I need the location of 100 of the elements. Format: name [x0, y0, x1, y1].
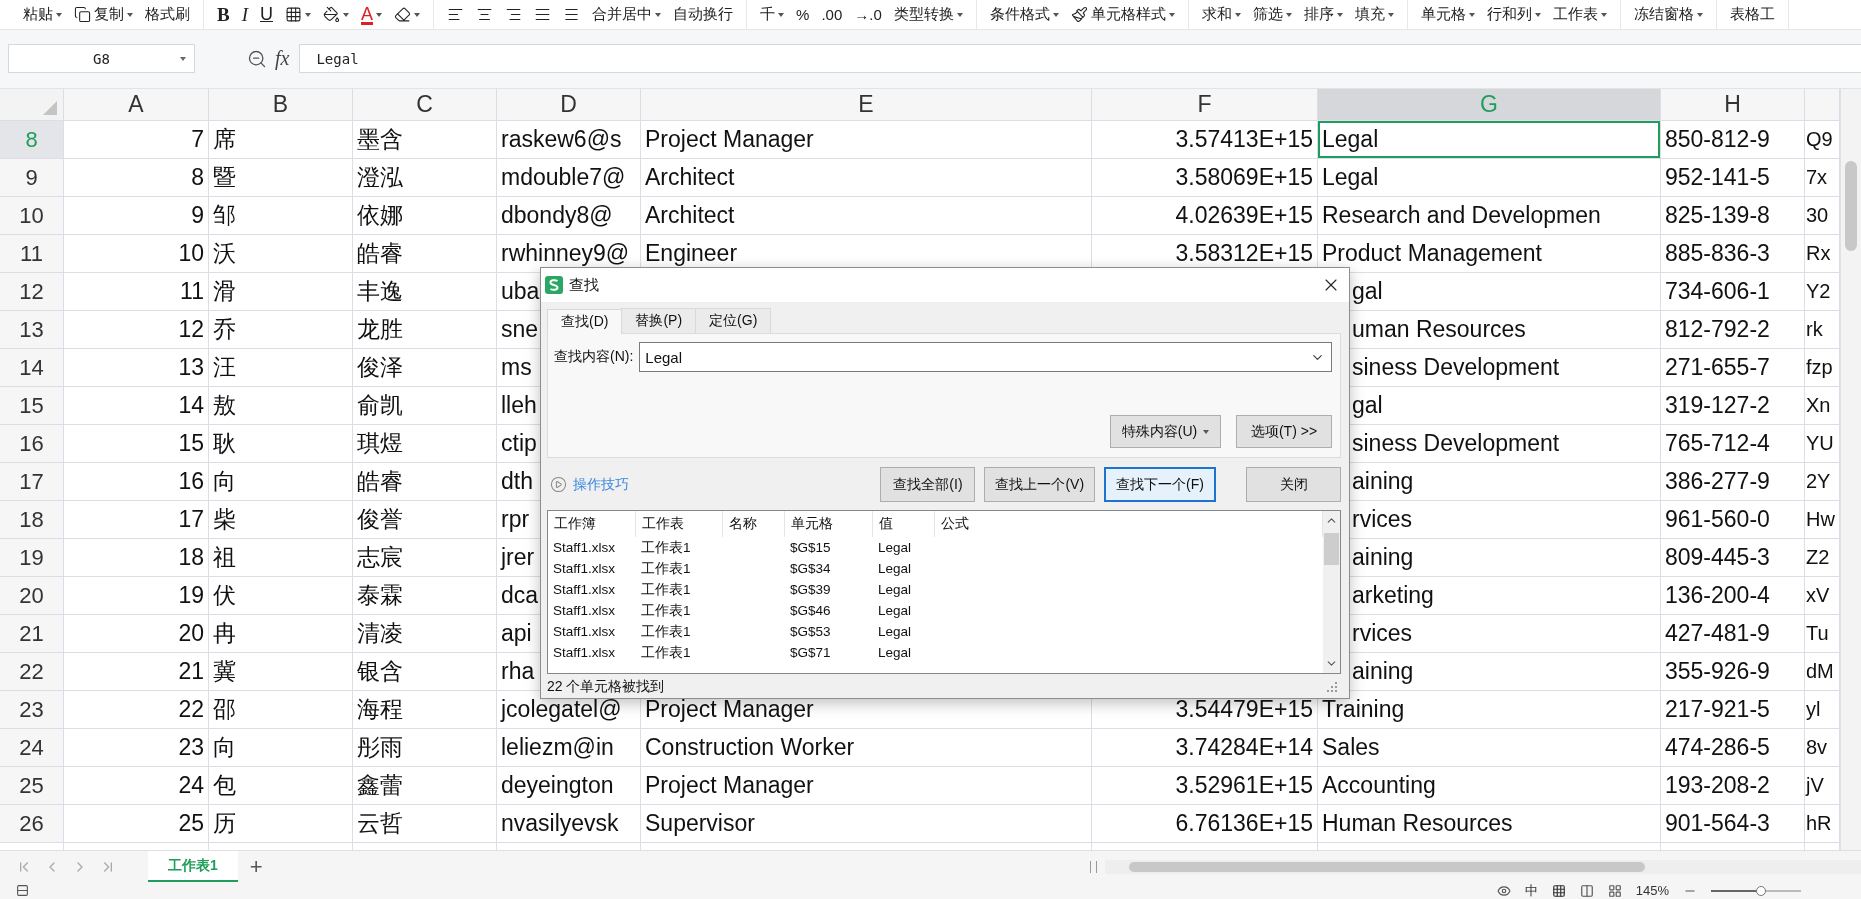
row-header[interactable]: 10 [0, 197, 64, 235]
find-field[interactable]: Legal [639, 342, 1332, 372]
options-button[interactable]: 选项(T) >> [1236, 415, 1332, 448]
table-cell: 14 [64, 387, 209, 425]
special-content-button[interactable]: 特殊内容(U) [1110, 415, 1221, 448]
list-cell-text: Staff1.xlsx [552, 623, 617, 641]
align-justify-button[interactable] [534, 6, 552, 23]
zoom-icon[interactable] [247, 48, 267, 69]
align-right-button[interactable] [505, 6, 523, 23]
horizontal-scrollbar[interactable] [1105, 859, 1861, 874]
ribbon-button[interactable]: 填充 [1354, 5, 1394, 24]
ribbon-button[interactable]: 排序 [1303, 5, 1343, 24]
dialog-button[interactable]: 关闭 [1246, 467, 1341, 502]
zoom-level[interactable]: 145% [1635, 883, 1669, 898]
name-box[interactable]: G8 [8, 44, 195, 73]
normal-view-icon[interactable] [1551, 883, 1566, 898]
column-header[interactable]: C [353, 89, 497, 121]
table-cell: dbondy8@ [497, 197, 641, 235]
split-handle-icon[interactable] [1090, 860, 1097, 873]
table-cell: 17 [64, 501, 209, 539]
scroll-thumb[interactable] [1324, 533, 1339, 565]
ribbon-button[interactable]: 复制 [74, 5, 133, 24]
ribbon-button[interactable]: % [796, 6, 810, 23]
align-left-button[interactable] [447, 6, 465, 23]
formula-field[interactable]: Legal [299, 44, 1861, 73]
ribbon-button[interactable]: 合并居中 [592, 5, 662, 24]
function-button[interactable]: fx [275, 47, 290, 70]
scrollbar[interactable] [1323, 511, 1340, 673]
ribbon-button[interactable]: 工作表 [1552, 5, 1607, 24]
table-cell: 12 [64, 311, 209, 349]
ribbon-button[interactable]: 千 [760, 5, 785, 24]
ribbon-button[interactable]: I [241, 3, 248, 26]
brush-icon [1070, 6, 1088, 23]
ribbon-button[interactable]: 类型转换 [893, 5, 963, 24]
dialog-button[interactable]: 查找上一个(V) [984, 467, 1096, 502]
row-header[interactable]: 22 [0, 653, 64, 691]
table-cell: 765-712-4 [1661, 425, 1805, 463]
row-header[interactable]: 25 [0, 767, 64, 805]
column-header[interactable]: B [209, 89, 353, 121]
ribbon-button[interactable]: →.0 [854, 6, 882, 23]
list-header[interactable]: 值 [873, 511, 935, 537]
page-view-icon[interactable] [1579, 883, 1594, 898]
eraser-button[interactable] [394, 6, 421, 23]
list-cell-text: Legal [877, 623, 913, 641]
column-header[interactable]: A [64, 89, 209, 121]
list-header[interactable]: 名称 [723, 511, 785, 537]
row-header[interactable]: 21 [0, 615, 64, 653]
row-header[interactable]: 15 [0, 387, 64, 425]
row-header[interactable]: 14 [0, 349, 64, 387]
row-header[interactable]: 9 [0, 159, 64, 197]
paint-bucket-button[interactable] [323, 6, 349, 23]
row-header[interactable]: 24 [0, 729, 64, 767]
ribbon-button[interactable]: 求和 [1201, 5, 1241, 24]
column-header[interactable]: F [1092, 89, 1318, 121]
dialog-button[interactable]: 查找全部(I) [880, 467, 976, 502]
ribbon-button[interactable]: 单元格 [1420, 5, 1475, 24]
row-header[interactable]: 18 [0, 501, 64, 539]
column-header[interactable]: D [497, 89, 641, 121]
row-header[interactable]: 16 [0, 425, 64, 463]
row-header[interactable]: 13 [0, 311, 64, 349]
ribbon-button[interactable]: 筛选 [1252, 5, 1292, 24]
table-cell: 16 [64, 463, 209, 501]
ribbon-button[interactable]: .00 [821, 6, 843, 23]
list-header[interactable]: 单元格 [785, 511, 873, 537]
ribbon-button[interactable]: U [260, 4, 273, 25]
ribbon-button[interactable]: 单元格样式 [1070, 5, 1175, 24]
resize-grip-icon[interactable] [1327, 681, 1337, 692]
dialog-tab[interactable]: 定位(G) [695, 308, 772, 333]
ribbon-button[interactable]: B [217, 3, 230, 26]
page-break-view-icon[interactable] [1607, 883, 1622, 898]
list-header[interactable]: 工作表 [636, 511, 723, 537]
row-header[interactable]: 12 [0, 273, 64, 311]
list-header[interactable]: 工作簿 [548, 511, 636, 537]
row-header[interactable]: 17 [0, 463, 64, 501]
row-header[interactable]: 26 [0, 805, 64, 843]
row-header[interactable]: 19 [0, 539, 64, 577]
dialog-button[interactable]: 查找下一个(F) [1104, 467, 1216, 502]
align-distributed-button[interactable] [563, 6, 581, 23]
ribbon-button[interactable]: 表格工 [1729, 5, 1775, 24]
vertical-scrollbar[interactable] [1840, 89, 1861, 850]
ribbon-button[interactable]: 格式刷 [145, 5, 190, 24]
add-sheet-button[interactable]: + [243, 853, 269, 880]
dialog-tab[interactable]: 替换(P) [621, 308, 697, 333]
row-header[interactable]: 23 [0, 691, 64, 729]
ribbon-button[interactable]: 条件格式 [989, 5, 1059, 24]
ribbon-button[interactable]: 冻结窗格 [1633, 5, 1703, 24]
ribbon-button[interactable]: 自动换行 [673, 5, 734, 24]
ribbon-button[interactable]: 行和列 [1486, 5, 1541, 24]
dialog-tab[interactable]: 查找(D) [547, 309, 623, 334]
ribbon-button[interactable]: A [361, 4, 383, 25]
column-header[interactable]: H [1661, 89, 1805, 121]
align-center-button[interactable] [476, 6, 494, 23]
row-header[interactable]: 20 [0, 577, 64, 615]
eye-icon[interactable] [1496, 883, 1511, 898]
row-header[interactable]: 11 [0, 235, 64, 273]
column-header[interactable]: E [641, 89, 1092, 121]
status-icon[interactable] [16, 884, 29, 897]
input-mode[interactable]: 中 [1524, 882, 1538, 899]
grid-button[interactable] [285, 6, 311, 23]
ribbon-button[interactable]: 粘贴 [23, 5, 62, 24]
